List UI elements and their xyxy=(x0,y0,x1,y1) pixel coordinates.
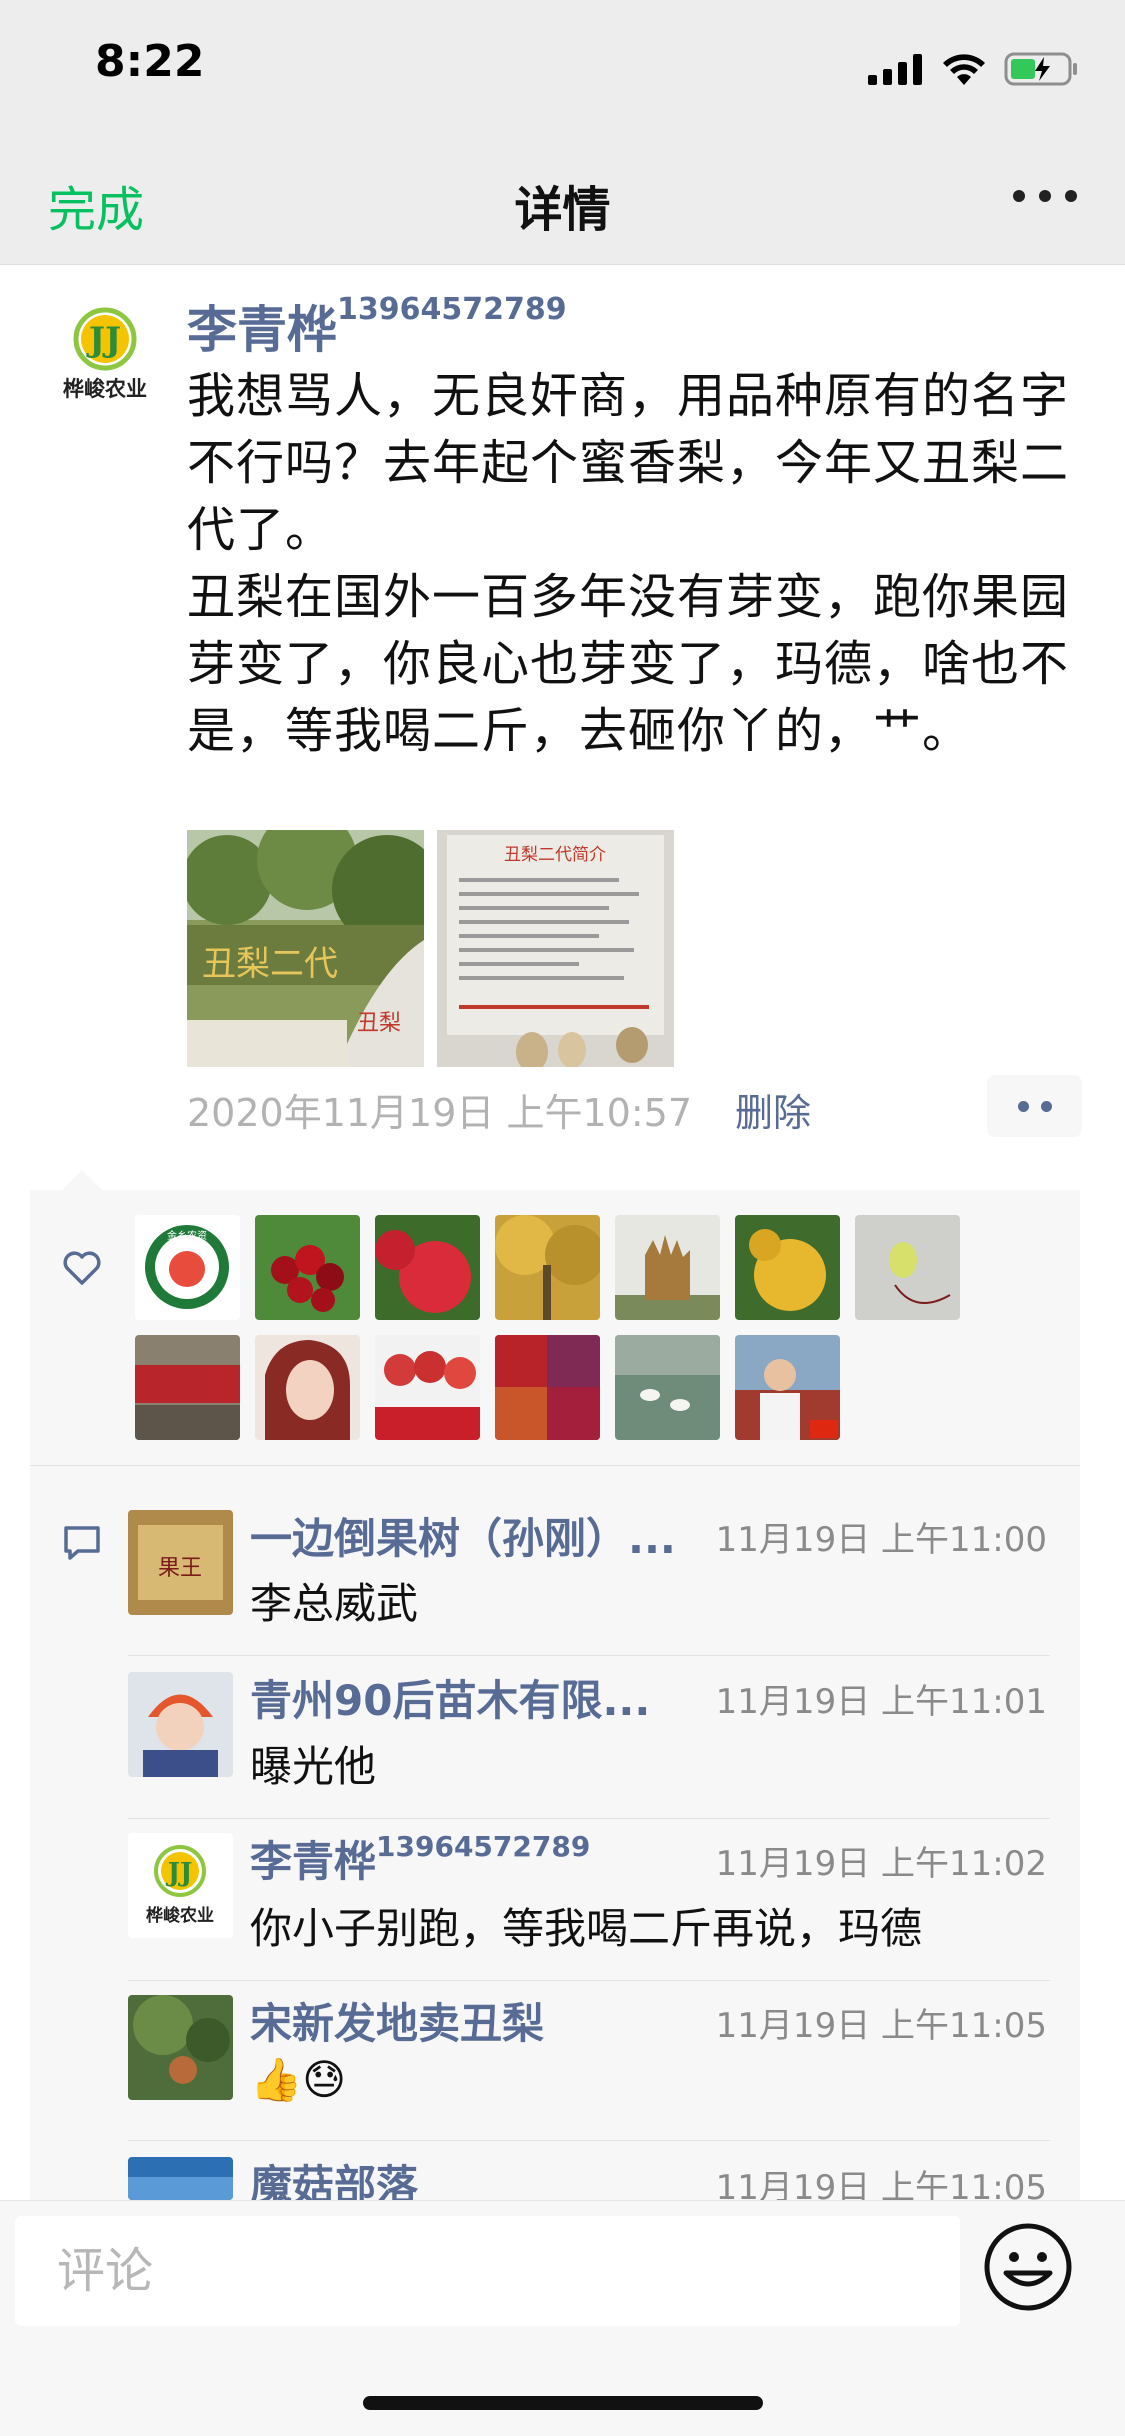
like-avatar-maple[interactable] xyxy=(495,1335,600,1440)
svg-text:JJ: JJ xyxy=(166,1858,193,1888)
post-image-2[interactable]: 丑梨二代简介 xyxy=(437,830,674,1067)
like-avatar-shopfront[interactable] xyxy=(135,1335,240,1440)
status-icons xyxy=(868,44,1080,94)
comment-text: 曝光他 xyxy=(250,1742,377,1791)
comment-avatar[interactable]: JJ 桦峻农业 xyxy=(128,1833,233,1938)
comment-author-name[interactable]: 魔菇部落 xyxy=(250,2152,690,2200)
status-bar: 8:22 xyxy=(0,0,1125,140)
page-title: 详情 xyxy=(514,182,611,238)
svg-text:JJ: JJ xyxy=(86,320,121,360)
post-image-1[interactable]: 丑梨二代 丑梨 xyxy=(187,830,424,1067)
comment-timestamp: 11月19日 上午11:02 xyxy=(715,1844,1047,1884)
like-avatar-peaches[interactable] xyxy=(375,1335,480,1440)
post-author-avatar[interactable]: JJ 桦峻农业 xyxy=(40,290,170,420)
comment-timestamp: 11月19日 上午11:05 xyxy=(715,2168,1047,2200)
comment-avatar[interactable]: 果王 xyxy=(128,1510,233,1615)
comment-text: 你小子别跑，等我喝二斤再说，玛德 xyxy=(250,1904,923,1953)
like-avatar-man[interactable] xyxy=(735,1335,840,1440)
comment-timestamp: 11月19日 上午11:00 xyxy=(715,1520,1047,1560)
comment-avatar[interactable] xyxy=(128,1672,233,1777)
like-avatar-geese[interactable] xyxy=(615,1335,720,1440)
comment-author-name[interactable]: 一边倒果树（孙刚）... xyxy=(250,1505,720,1566)
emoji-icon[interactable] xyxy=(982,2221,1074,2313)
comment-author-name[interactable]: 青州90后苗木有限... xyxy=(250,1667,690,1728)
comment-input[interactable] xyxy=(15,2216,960,2326)
dot-icon xyxy=(1013,190,1025,202)
svg-text:丑梨二代: 丑梨二代 xyxy=(202,944,338,984)
signal-icon xyxy=(868,54,922,85)
comment-input-bar xyxy=(0,2200,1125,2436)
post-actions-button[interactable] xyxy=(987,1075,1082,1137)
likes-divider xyxy=(30,1465,1080,1466)
feedback-arrow xyxy=(62,1170,102,1190)
comment-divider xyxy=(128,1980,1050,1981)
svg-text:丑梨: 丑梨 xyxy=(357,1011,401,1036)
like-avatar-pear[interactable] xyxy=(735,1215,840,1320)
comment-divider xyxy=(128,1655,1050,1656)
battery-icon xyxy=(1004,52,1077,86)
dot-icon xyxy=(1017,1100,1029,1112)
comment-timestamp: 11月19日 上午11:05 xyxy=(715,2006,1047,2046)
home-indicator xyxy=(363,2396,763,2410)
comment-icon xyxy=(64,1526,100,1560)
comment-divider xyxy=(128,1818,1050,1819)
like-avatar-logo[interactable]: 金乡农资 xyxy=(135,1215,240,1320)
like-avatar-cherries[interactable] xyxy=(255,1215,360,1320)
post-author-phone: 13964572789 xyxy=(337,292,567,327)
status-time: 8:22 xyxy=(95,36,205,87)
more-options-button[interactable] xyxy=(1013,190,1077,202)
like-avatar-ginkgo[interactable] xyxy=(495,1215,600,1320)
comment-author-name[interactable]: 李青桦13964572789 xyxy=(250,1828,720,1889)
comment-avatar[interactable] xyxy=(128,1995,233,2100)
like-avatar-apples[interactable] xyxy=(375,1215,480,1320)
svg-text:金乡农资: 金乡农资 xyxy=(167,1229,207,1242)
heart-icon xyxy=(63,1251,101,1285)
like-avatar-green-fruit[interactable] xyxy=(855,1215,960,1320)
svg-text:桦峻农业: 桦峻农业 xyxy=(146,1905,214,1926)
avatar-brand-text: 桦峻农业 xyxy=(63,377,147,401)
like-avatar-woman[interactable] xyxy=(255,1335,360,1440)
comment-author-phone: 13964572789 xyxy=(376,1830,591,1863)
post-author-name[interactable]: 李青桦13964572789 xyxy=(187,290,567,362)
delete-link[interactable]: 删除 xyxy=(735,1082,811,1137)
comment-text: 👍😓 xyxy=(250,2055,347,2104)
dot-icon xyxy=(1040,1100,1052,1112)
post-text: 我想骂人，无良奸商，用品种原有的名字不行吗？去年起个蜜香梨，今年又丑梨二代了。 … xyxy=(187,368,1070,759)
comment-author-name[interactable]: 宋新发地卖丑梨 xyxy=(250,1990,690,2051)
comment-divider xyxy=(128,2140,1050,2141)
comment-timestamp: 11月19日 上午11:01 xyxy=(715,1682,1047,1722)
post-timestamp: 2020年11月19日 上午10:57 xyxy=(187,1091,693,1135)
brand-logo-icon: JJ xyxy=(73,307,137,371)
wifi-icon xyxy=(943,54,985,85)
comment-avatar[interactable] xyxy=(128,2157,233,2200)
comment-text: 李总威武 xyxy=(250,1579,419,1628)
dot-icon xyxy=(1039,190,1051,202)
like-avatar-sculpture[interactable] xyxy=(615,1215,720,1320)
svg-text:丑梨二代简介: 丑梨二代简介 xyxy=(504,845,606,865)
svg-text:果王: 果王 xyxy=(158,1556,202,1581)
dot-icon xyxy=(1065,190,1077,202)
nav-bar: 完成 详情 xyxy=(0,140,1125,265)
